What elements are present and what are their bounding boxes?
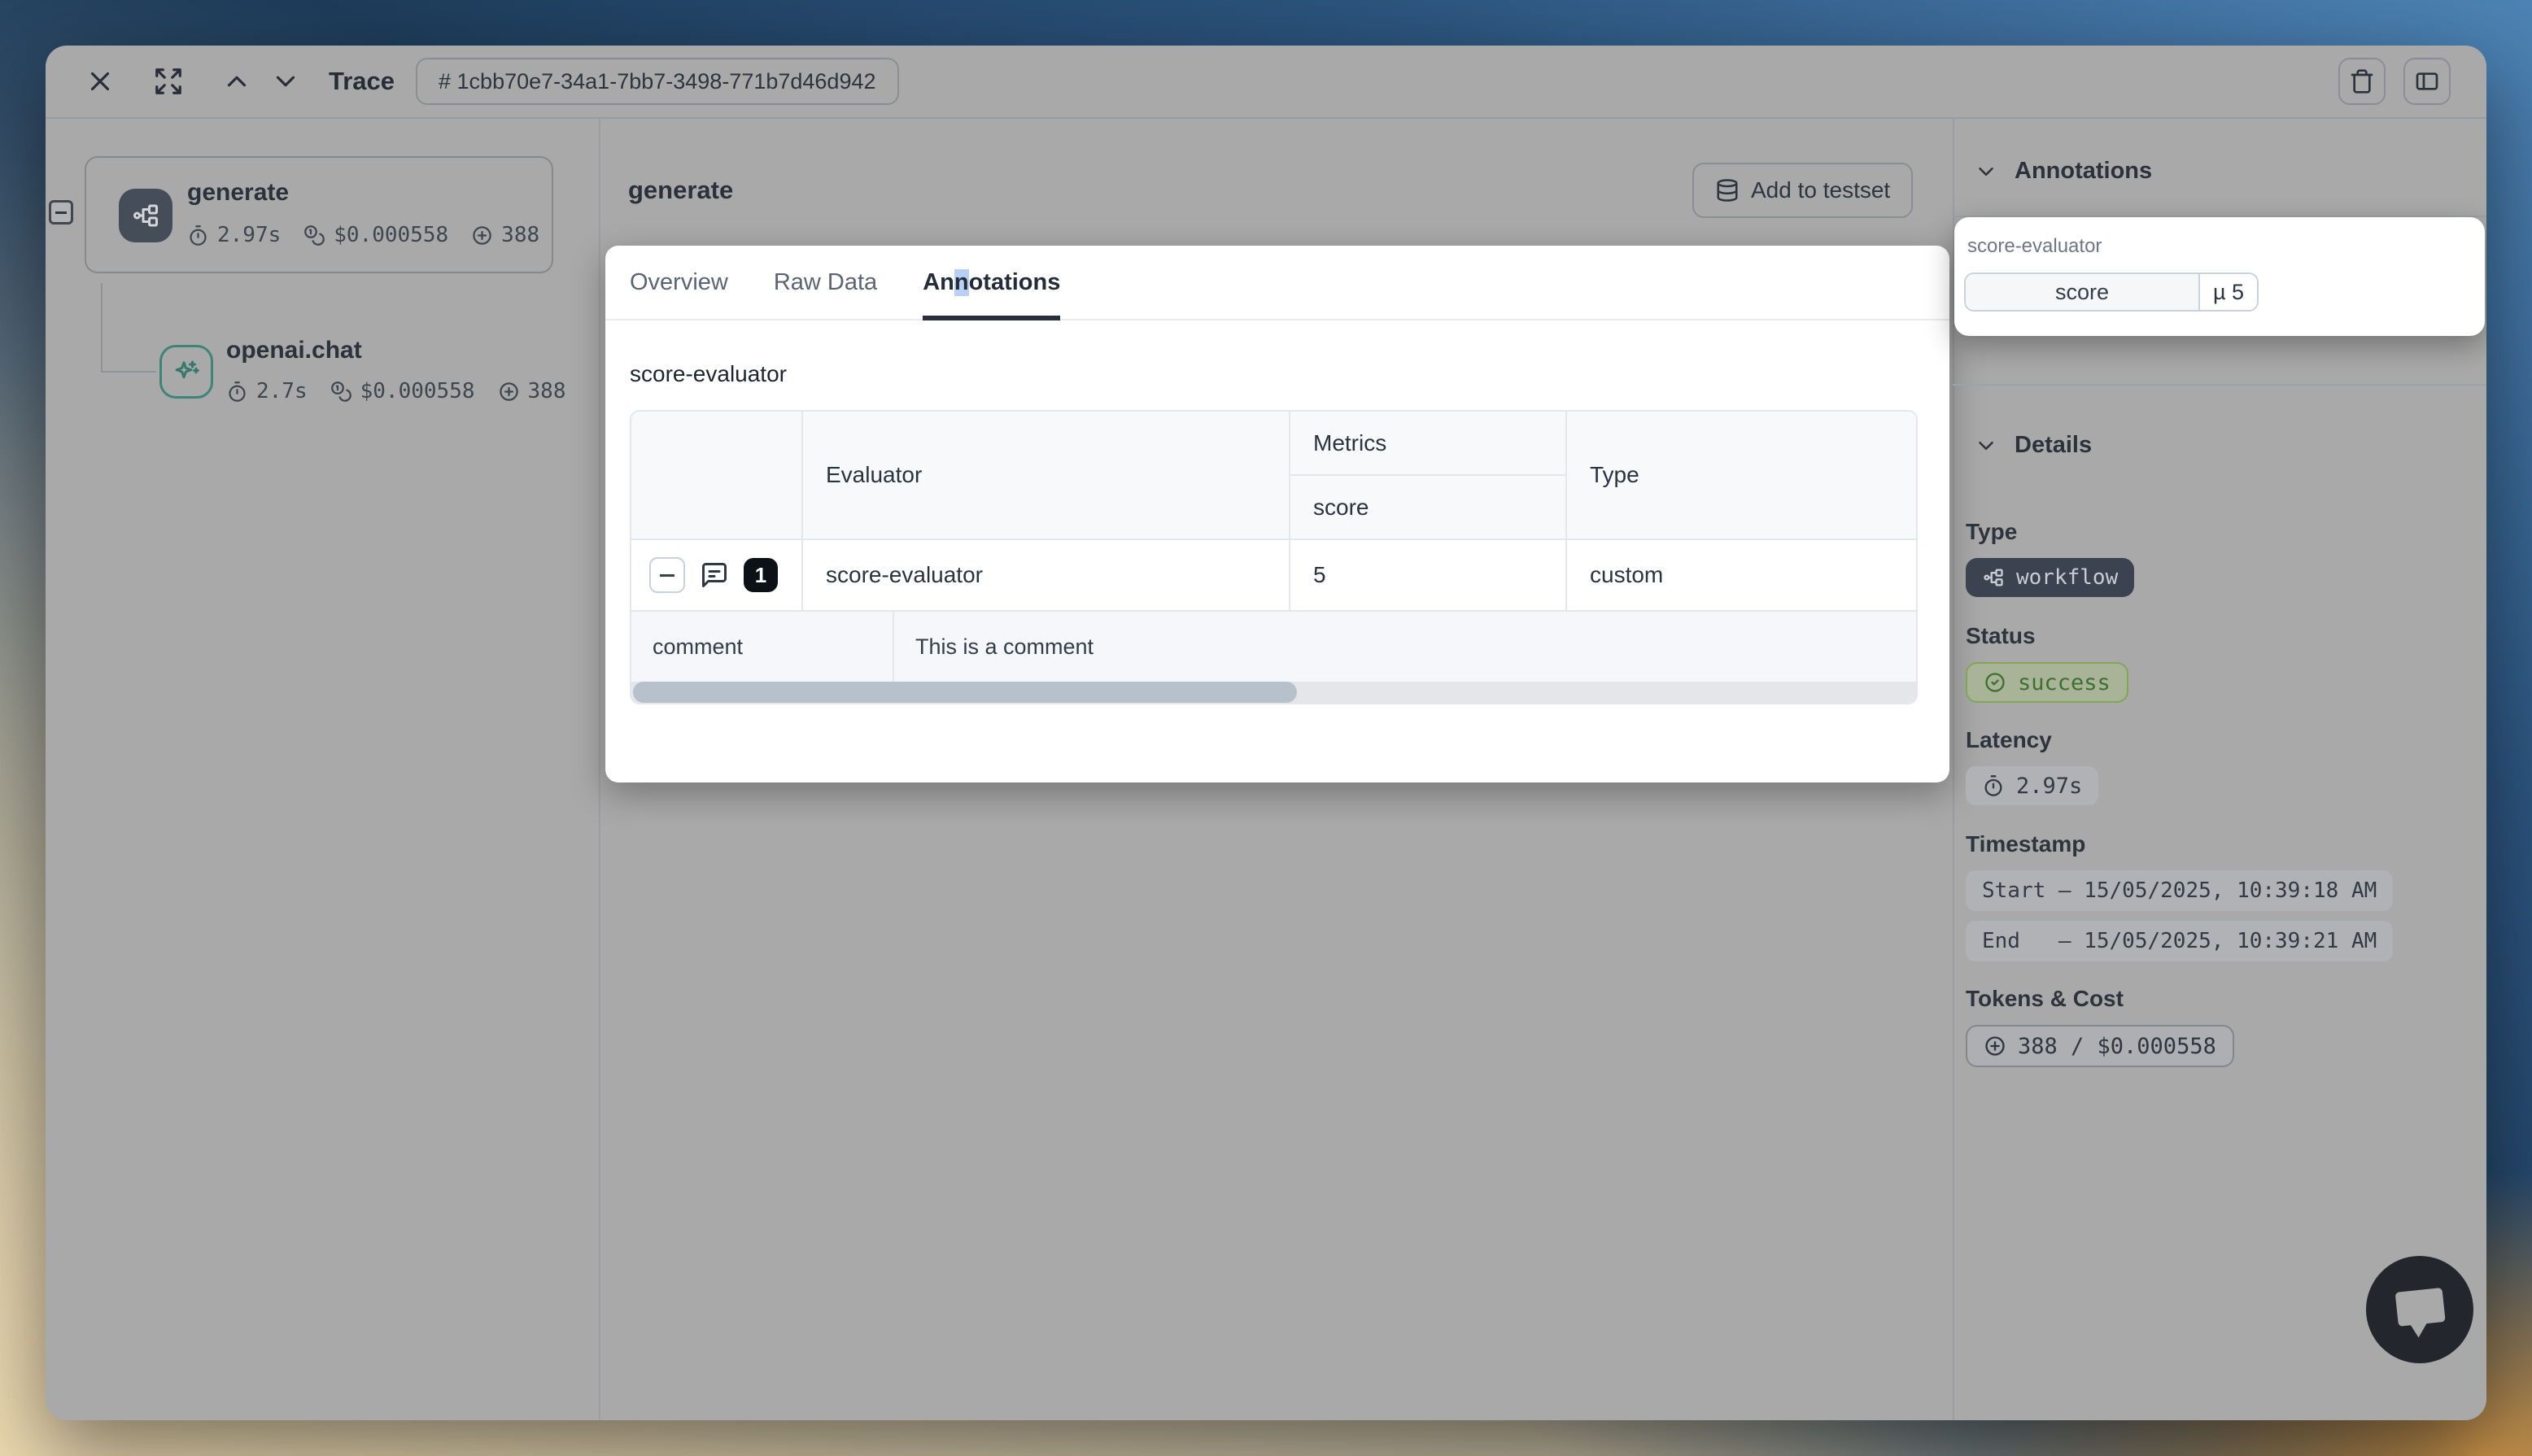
tab-annotations[interactable]: Annotations [923, 246, 1060, 319]
details-section-header[interactable]: Details [1974, 432, 2092, 459]
delete-trace-button[interactable] [2338, 58, 2386, 105]
comment-count-badge[interactable]: 1 [744, 558, 778, 592]
tree-node-openai-chat[interactable]: openai.chat [226, 337, 362, 364]
tree-node-generate[interactable]: generate 2.97s $0.000558 388 [85, 156, 553, 273]
trash-icon [2349, 68, 2375, 94]
collapse-row-button[interactable] [649, 557, 685, 593]
header-cell-metrics: Metrics score [1289, 412, 1565, 538]
latency-label: Latency [1966, 727, 2052, 753]
latency-badge: 2.97s [1966, 766, 2098, 805]
cell-type: custom [1565, 540, 1916, 610]
details-panel: Annotations score-evaluator score µ 5 De… [1953, 119, 2486, 1420]
close-icon[interactable] [85, 66, 116, 97]
table-header: Evaluator Metrics score Type [631, 412, 1916, 540]
metric-name: score [1966, 274, 2200, 310]
node-stats: 2.97s $0.000558 388 [187, 223, 539, 247]
span-detail-card: Overview Raw Data Annotations score-eval… [605, 246, 1949, 782]
tab-overview[interactable]: Overview [630, 246, 728, 319]
trace-topbar: Trace # 1cbb70e7-34a1-7bb7-3498-771b7d46… [46, 46, 2486, 119]
status-label: Status [1966, 623, 2036, 649]
chevron-down-icon[interactable] [270, 66, 301, 97]
annotation-metric-pill[interactable]: score µ 5 [1964, 272, 2259, 312]
trace-id-chip[interactable]: # 1cbb70e7-34a1-7bb7-3498-771b7d46d942 [416, 58, 898, 105]
stopwatch-icon [187, 225, 209, 246]
row-tools: 1 [631, 540, 801, 610]
toggle-panel-button[interactable] [2403, 58, 2451, 105]
section-divider [1953, 384, 2486, 386]
stopwatch-icon [226, 381, 248, 403]
annotation-evaluator-label: score-evaluator [1967, 235, 2102, 258]
plus-circle-icon [498, 381, 520, 403]
coins-icon [303, 225, 325, 246]
annotations-table: Evaluator Metrics score Type 1 score-eva… [630, 410, 1918, 704]
timestamp-label: Timestamp [1966, 831, 2085, 857]
type-badge: workflow [1966, 558, 2134, 597]
chevron-down-icon [1974, 434, 1998, 458]
annotations-section-header[interactable]: Annotations [1974, 158, 2152, 185]
tokens-cost-badge: 388 / $0.000558 [1966, 1025, 2234, 1067]
sparkles-icon[interactable] [159, 345, 213, 399]
check-circle-icon [1984, 671, 2006, 694]
header-cell-type: Type [1565, 412, 1916, 538]
database-icon [1715, 178, 1740, 203]
node-label: generate [187, 179, 289, 207]
status-badge: success [1966, 662, 2128, 703]
table-row: 1 score-evaluator 5 custom [631, 540, 1916, 612]
tab-bar: Overview Raw Data Annotations [605, 246, 1949, 320]
scrollbar-thumb[interactable] [633, 682, 1297, 703]
workflow-icon [1982, 566, 2005, 589]
text-selection-highlight: n [954, 269, 969, 296]
comment-value: This is a comment [894, 612, 1916, 682]
span-tree-sidebar: generate 2.97s $0.000558 388 openai.chat… [46, 119, 599, 1420]
timestamp-end-badge: End – 15/05/2025, 10:39:21 AM [1966, 921, 2393, 961]
chat-bubble-icon [2366, 1256, 2473, 1363]
trace-modal: Trace # 1cbb70e7-34a1-7bb7-3498-771b7d46… [46, 46, 2486, 1420]
metric-mean-value: µ 5 [2200, 274, 2257, 310]
node-stats: 2.7s $0.000558 388 [226, 379, 565, 403]
add-to-testset-button[interactable]: Add to testset [1692, 163, 1913, 218]
type-label: Type [1966, 519, 2017, 545]
sidebar-divider [599, 119, 600, 1420]
workflow-icon [119, 189, 172, 242]
cell-evaluator: score-evaluator [801, 540, 1289, 610]
plus-circle-icon [1984, 1035, 2006, 1057]
timestamp-start-badge: Start – 15/05/2025, 10:39:18 AM [1966, 870, 2393, 911]
tree-connector [101, 283, 103, 373]
tree-collapse-toggle[interactable] [49, 200, 73, 225]
tokens-cost-label: Tokens & Cost [1966, 986, 2124, 1012]
header-cell-empty [631, 412, 801, 538]
shrink-icon[interactable] [153, 66, 184, 97]
tab-raw-data[interactable]: Raw Data [774, 246, 877, 319]
panel-layout-icon [2414, 68, 2440, 94]
evaluator-section-title: score-evaluator [630, 361, 787, 387]
span-title: generate [628, 176, 733, 205]
chevron-down-icon [1974, 159, 1998, 184]
plus-circle-icon [471, 225, 493, 246]
chevron-up-icon[interactable] [221, 66, 252, 97]
comment-row: comment This is a comment [631, 612, 1916, 682]
tree-connector [101, 371, 156, 373]
chat-widget-button[interactable] [2366, 1256, 2473, 1363]
page-title: Trace [329, 67, 395, 96]
comment-key: comment [631, 612, 894, 682]
horizontal-scrollbar[interactable] [631, 682, 1916, 703]
stopwatch-icon [1982, 774, 2005, 797]
coins-icon [330, 381, 352, 403]
cell-score: 5 [1289, 540, 1565, 610]
header-cell-evaluator: Evaluator [801, 412, 1289, 538]
annotation-card: score-evaluator score µ 5 [1954, 217, 2485, 336]
comment-icon[interactable] [700, 560, 729, 590]
